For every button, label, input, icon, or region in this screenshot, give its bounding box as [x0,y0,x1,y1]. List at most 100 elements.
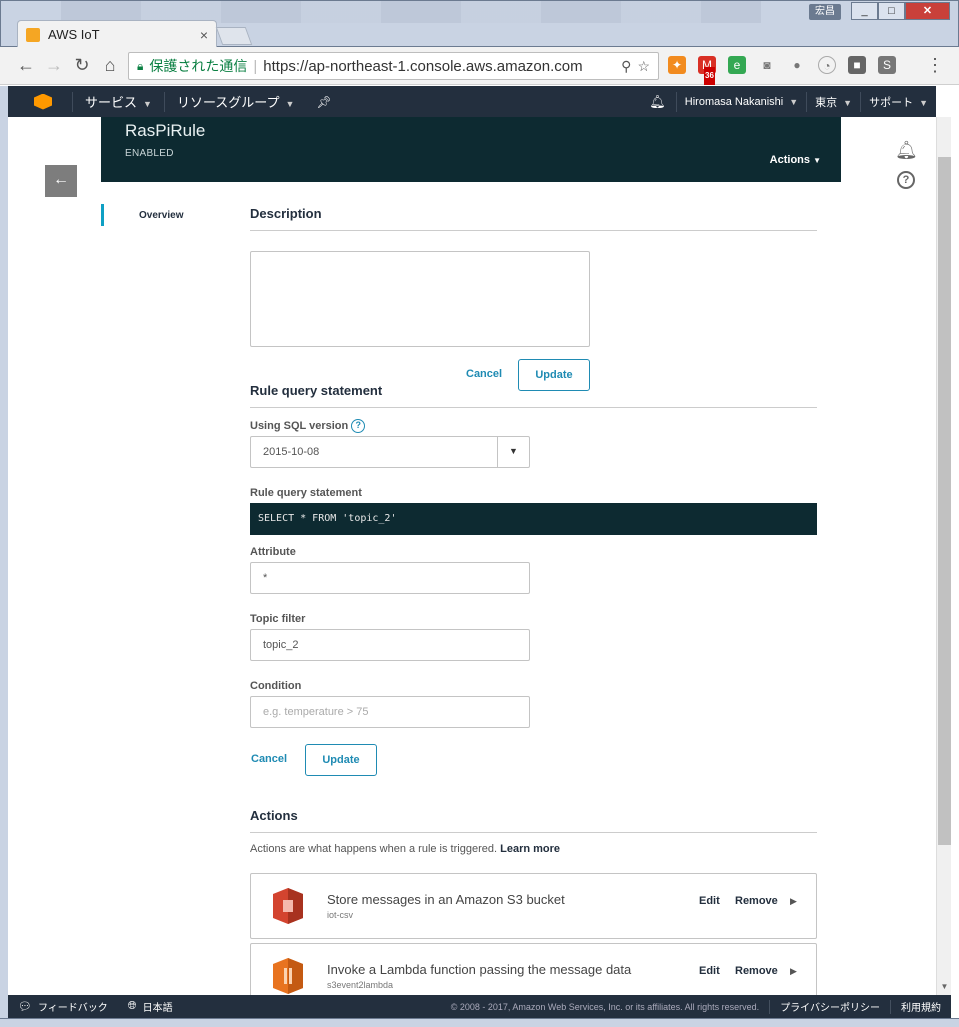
attribute-label: Attribute [250,546,296,558]
gmail-count-badge: 36 [704,67,715,85]
home-icon[interactable]: ⌂ [96,55,124,76]
window-bottom-border [0,1018,959,1027]
tab-close-icon[interactable]: × [200,27,208,43]
remove-action-button[interactable]: Remove [735,895,778,907]
learn-more-link[interactable]: Learn more [500,843,560,855]
url-text[interactable]: https://ap-northeast-1.console.aws.amazo… [263,58,615,75]
tab-aws-iot[interactable]: AWS IoT × [17,20,217,48]
evernote-extension-icon[interactable]: e [728,56,746,74]
select-caret-icon[interactable]: ▼ [497,437,529,467]
sql-version-label: Using SQL version? [250,419,366,433]
rule-status: ENABLED [125,148,174,159]
actions-description-text: Actions are what happens when a rule is … [250,843,498,855]
extension-icons: ✦ M 36 e ◙ ● ◔ ■ S [668,56,896,85]
side-notification-bell-icon[interactable]: 🔔︎ [895,140,918,161]
actions-description: Actions are what happens when a rule is … [250,843,560,855]
notification-bell-icon[interactable]: 🔔︎ [639,94,676,110]
overview-active-indicator [101,204,104,226]
help-question-icon[interactable]: ? [351,419,366,433]
description-cancel-button[interactable]: Cancel [466,368,502,380]
s-extension-icon[interactable]: S [878,56,896,74]
query-update-button[interactable]: Update [305,744,377,776]
back-arrow-icon[interactable]: ← [12,55,40,76]
back-button[interactable]: ← [45,165,77,197]
edit-action-button[interactable]: Edit [699,965,720,977]
chevron-right-icon[interactable]: ▶ [790,966,797,977]
actions-dropdown[interactable]: Actions ▼ [770,154,821,166]
aws-cube-logo-icon[interactable] [34,93,52,110]
caret-down-icon: ▼ [789,96,799,107]
rule-query-heading: Rule query statement [250,383,383,398]
browser-menu-icon[interactable]: ⋮ [926,55,944,76]
camera-extension-icon[interactable]: ◙ [758,56,776,74]
clock-extension-icon[interactable]: ◔ [818,56,836,74]
description-textarea[interactable] [250,251,590,347]
maximize-button[interactable]: □ [878,2,905,20]
statement-label: Rule query statement [250,487,362,499]
services-label: サービス [85,95,138,110]
sql-version-select[interactable]: 2015-10-08 ▼ [250,436,530,468]
resource-groups-menu[interactable]: リソースグループ ▼ [165,92,307,111]
gmail-extension-icon[interactable]: M 36 [698,56,716,85]
aws-console-nav: サービス ▼ リソースグループ ▼ 📌︎ 🔔︎ Hiromasa Nakanishi… [8,86,936,117]
action-card-s3[interactable]: Store messages in an Amazon S3 bucket io… [250,873,817,939]
help-circle-icon[interactable]: ? [897,171,915,189]
topic-filter-label: Topic filter [250,613,306,625]
s3-bucket-icon [273,888,303,924]
minimize-button[interactable]: _ [851,2,878,20]
divider [250,407,817,408]
region-menu[interactable]: 東京 ▼ [807,94,860,110]
language-selector[interactable]: 🌐︎ 日本語 [118,999,183,1014]
support-label: サポート [869,96,914,109]
user-name: Hiromasa Nakanishi [684,95,784,108]
person-extension-icon[interactable]: ● [788,56,806,74]
brave-extension-icon[interactable]: ✦ [668,56,686,74]
services-menu[interactable]: サービス ▼ [73,92,164,111]
pocket-extension-icon[interactable]: ■ [848,56,866,74]
lock-icon: 🔒︎ [137,58,144,73]
query-statement-editor[interactable]: SELECT * FROM 'topic_2' [250,503,817,535]
support-menu[interactable]: サポート ▼ [861,94,936,110]
feedback-link[interactable]: 💬︎ フィードバック [8,999,118,1014]
divider [250,832,817,833]
zoom-icon[interactable]: ⚲ [621,58,631,75]
edit-action-button[interactable]: Edit [699,895,720,907]
query-cancel-button[interactable]: Cancel [251,753,287,765]
globe-icon: 🌐︎ [127,1000,137,1012]
copyright-text: © 2008 - 2017, Amazon Web Services, Inc.… [450,1001,760,1012]
omnibox-divider: | [253,57,258,75]
description-update-button[interactable]: Update [518,359,590,391]
close-window-button[interactable]: ✕ [905,2,950,20]
secure-connection-label: 保護された通信 [149,58,248,74]
topic-filter-input[interactable]: topic_2 [250,629,530,661]
condition-input[interactable]: e.g. temperature > 75 [250,696,530,728]
nav-overview[interactable]: Overview [139,210,183,221]
forward-arrow-icon[interactable]: → [40,55,68,76]
action-subtitle: s3event2lambda [327,980,394,990]
browser-toolbar: ← → ↻ ⌂ 🔒︎ 保護された通信 | https://ap-northeas… [0,47,959,85]
pin-icon[interactable]: 📌︎ [306,95,341,109]
caret-down-icon: ▼ [143,99,152,109]
caret-down-icon: ▼ [285,99,295,109]
chevron-right-icon[interactable]: ▶ [790,896,797,907]
new-tab-button[interactable] [215,27,253,45]
address-bar[interactable]: 🔒︎ 保護された通信 | https://ap-northeast-1.cons… [128,52,659,80]
window-user-badge[interactable]: 宏昌 [809,4,841,20]
scrollbar-thumb[interactable] [938,157,951,845]
remove-action-button[interactable]: Remove [735,965,778,977]
rule-name: RasPiRule [125,121,206,140]
terms-link[interactable]: 利用規約 [891,999,951,1014]
caret-down-icon: ▼ [813,156,821,165]
nav-right-group: 🔔︎ Hiromasa Nakanishi ▼ 東京 ▼ サポート ▼ [639,91,936,112]
console-footer: 💬︎ フィードバック 🌐︎ 日本語 © 2008 - 2017, Amazon We… [8,995,951,1018]
page-scrollbar[interactable]: ▼ [936,117,951,995]
user-menu[interactable]: Hiromasa Nakanishi ▼ [677,96,806,108]
aws-favicon-icon [26,27,40,42]
reload-icon[interactable]: ↻ [68,55,96,76]
action-title: Invoke a Lambda function passing the mes… [327,962,632,977]
privacy-policy-link[interactable]: プライバシーポリシー [770,999,890,1014]
attribute-input[interactable]: * [250,562,530,594]
scroll-down-arrow-icon[interactable]: ▼ [937,979,952,995]
bookmark-star-icon[interactable]: ☆ [637,58,650,75]
speech-bubble-icon: 💬︎ [18,1001,32,1013]
